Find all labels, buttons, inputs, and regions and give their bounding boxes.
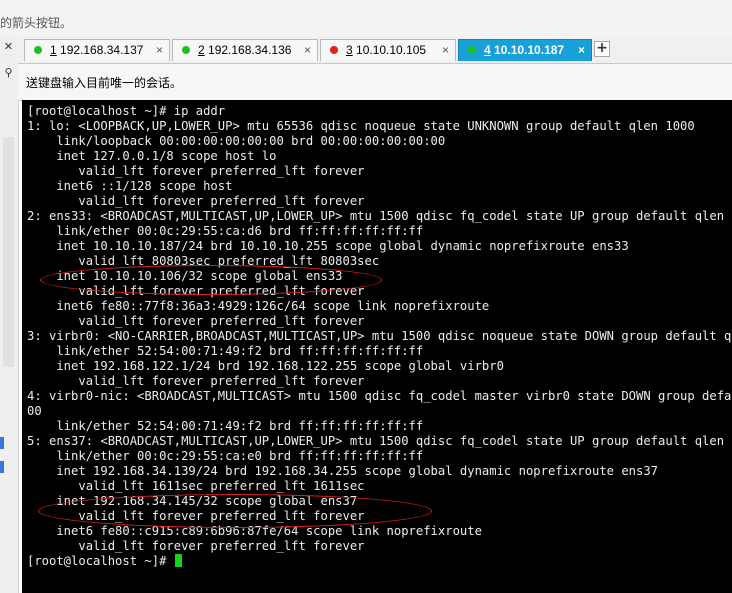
terminal-line: link/ether 52:54:00:71:49:f2 brd ff:ff:f…: [27, 419, 424, 433]
terminal-line: inet 127.0.0.1/8 scope host lo: [27, 149, 277, 163]
terminal-pane[interactable]: [root@localhost ~]# ip addr 1: lo: <LOOPB…: [22, 100, 732, 593]
tab-close-icon[interactable]: ×: [156, 40, 163, 61]
search-icon[interactable]: ⚲: [1, 65, 16, 81]
status-dot-icon: [182, 46, 190, 54]
tab-label: 3 10.10.10.105: [346, 43, 427, 57]
side-indicator: [0, 437, 4, 449]
terminal-line: inet 192.168.34.139/24 brd 192.168.34.25…: [27, 464, 659, 478]
terminal-line: valid_lft forever preferred_lft forever: [27, 374, 365, 388]
tab-session-3[interactable]: 3 10.10.10.105 ×: [320, 39, 456, 61]
broadcast-notice-bar: 送键盘输入目前唯一的会话。: [18, 64, 732, 101]
close-icon[interactable]: ✕: [1, 39, 16, 55]
tab-session-4[interactable]: 4 10.10.10.187 ×: [458, 39, 592, 61]
terminal-line: inet6 fe80::c915:c89:6b96:87fe/64 scope …: [27, 524, 482, 538]
terminal-line: valid_lft 80803sec preferred_lft 80803se…: [27, 254, 380, 268]
terminal-line: valid_lft forever preferred_lft forever: [27, 314, 365, 328]
side-indicator: [0, 461, 4, 473]
terminal-line: 3: virbr0: <NO-CARRIER,BROADCAST,MULTICA…: [27, 329, 732, 343]
tab-close-icon[interactable]: ×: [578, 40, 585, 61]
terminal-prompt-line[interactable]: [root@localhost ~]#: [27, 554, 732, 569]
terminal-line: 5: ens37: <BROADCAST,MULTICAST,UP,LOWER_…: [27, 434, 732, 448]
terminal-output: [root@localhost ~]# ip addr 1: lo: <LOOPB…: [27, 104, 732, 569]
terminal-line: valid_lft forever preferred_lft forever: [27, 164, 365, 178]
terminal-cursor: [174, 554, 182, 567]
terminal-line: 00: [27, 404, 42, 418]
terminal-line: link/loopback 00:00:00:00:00:00 brd 00:0…: [27, 134, 446, 148]
terminal-line: 1: lo: <LOOPBACK,UP,LOWER_UP> mtu 65536 …: [27, 119, 695, 133]
session-tab-bar: 1 192.168.34.137 × 2 192.168.34.136 × 3 …: [18, 37, 732, 64]
terminal-prompt: [root@localhost ~]#: [27, 554, 174, 568]
terminal-line: inet6 ::1/128 scope host: [27, 179, 233, 193]
terminal-line: link/ether 00:0c:29:55:ca:d6 brd ff:ff:f…: [27, 224, 424, 238]
terminal-line: inet 10.10.10.187/24 brd 10.10.10.255 sc…: [27, 239, 629, 253]
terminal-line: 4: virbr0-nic: <BROADCAST,MULTICAST> mtu…: [27, 389, 732, 403]
tab-session-2[interactable]: 2 192.168.34.136 ×: [172, 39, 318, 61]
tab-session-1[interactable]: 1 192.168.34.137 ×: [24, 39, 170, 61]
tab-label: 1 192.168.34.137: [50, 43, 144, 57]
tab-close-icon[interactable]: ×: [304, 40, 311, 61]
tab-label: 4 10.10.10.187: [484, 43, 565, 57]
side-scrollbar[interactable]: [3, 137, 14, 367]
terminal-line: inet 10.10.10.106/32 scope global ens33: [27, 269, 343, 283]
new-tab-button[interactable]: +: [594, 41, 610, 57]
terminal-line: inet 192.168.34.145/32 scope global ens3…: [27, 494, 358, 508]
terminal-line: valid_lft forever preferred_lft forever: [27, 539, 365, 553]
left-side-panel: ✕ ⚲: [0, 37, 19, 593]
terminal-line: link/ether 00:0c:29:55:ca:e0 brd ff:ff:f…: [27, 449, 424, 463]
toolbar-hint-text: 的箭头按钮。: [0, 16, 73, 30]
terminal-line: valid_lft forever preferred_lft forever: [27, 284, 365, 298]
status-dot-icon: [468, 46, 476, 54]
terminal-line: link/ether 52:54:00:71:49:f2 brd ff:ff:f…: [27, 344, 424, 358]
status-dot-icon: [34, 46, 42, 54]
terminal-line: valid_lft 1611sec preferred_lft 1611sec: [27, 479, 365, 493]
terminal-line: [root@localhost ~]# ip addr: [27, 104, 226, 118]
broadcast-text: 送键盘输入目前唯一的会话。: [26, 76, 183, 90]
tab-close-icon[interactable]: ×: [442, 40, 449, 61]
tab-label: 2 192.168.34.136: [198, 43, 292, 57]
terminal-line: valid_lft forever preferred_lft forever: [27, 194, 365, 208]
terminal-line: 2: ens33: <BROADCAST,MULTICAST,UP,LOWER_…: [27, 209, 732, 223]
top-strip: 的箭头按钮。: [0, 0, 732, 37]
terminal-line: inet 192.168.122.1/24 brd 192.168.122.25…: [27, 359, 504, 373]
terminal-line: inet6 fe80::77f8:36a3:4929:126c/64 scope…: [27, 299, 490, 313]
status-dot-icon: [330, 46, 338, 54]
terminal-line: valid_lft forever preferred_lft forever: [27, 509, 365, 523]
